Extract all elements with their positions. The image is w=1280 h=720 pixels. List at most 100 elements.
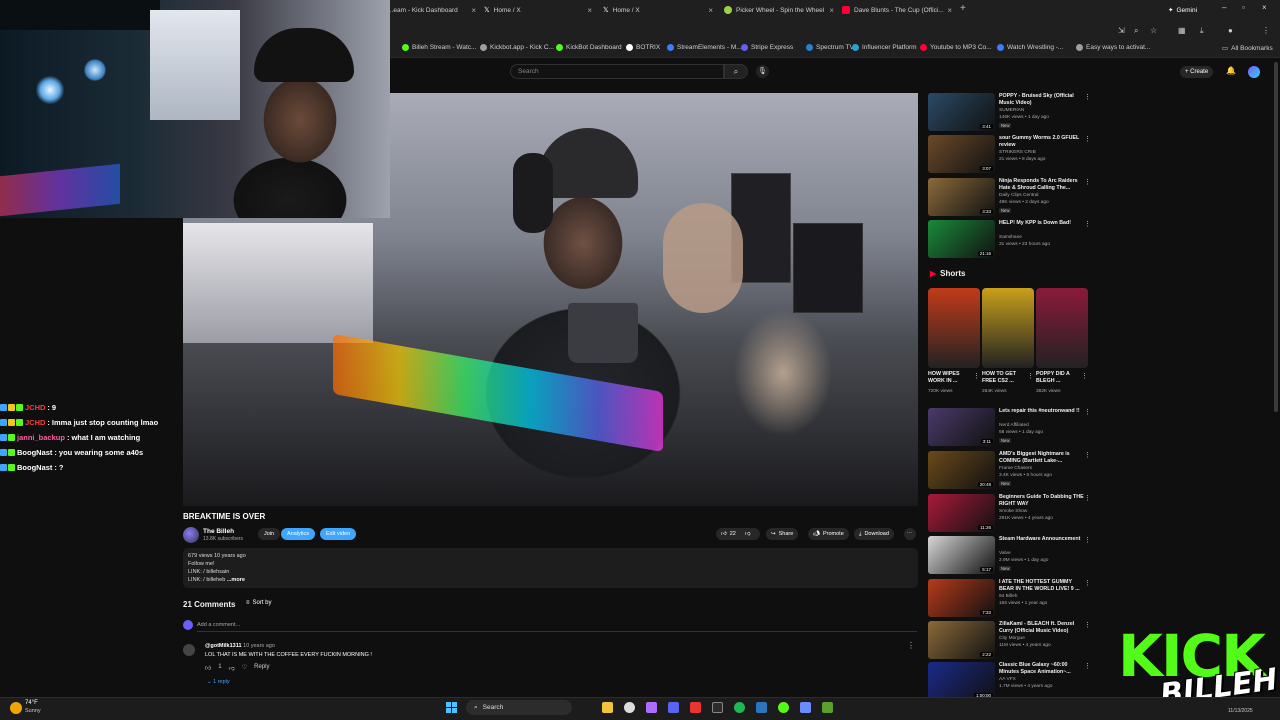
video-thumbnail[interactable]: 3:41 (928, 93, 995, 131)
video-title[interactable]: AMD's Biggest Nightmare is COMING (Bartl… (999, 451, 1084, 465)
video-title[interactable]: Lets repair this #neutronwand !! (999, 408, 1084, 415)
video-title[interactable]: sour Gummy Worms 2.0 GFUEL review (999, 135, 1084, 149)
sidebar-video[interactable]: 3:07 sour Gummy Worms 2.0 GFUEL review STR… (928, 135, 1093, 175)
bookmark-item[interactable]: StreamElements - M... (667, 44, 742, 51)
description-box[interactable]: 679 views 10 years ago Follow me! LINK: … (183, 548, 918, 588)
share-button[interactable]: ↪ Share (766, 528, 799, 540)
video-title[interactable]: HELP! My KPP is Down Bad! (999, 220, 1084, 227)
video-menu-icon[interactable]: ⋮ (1084, 220, 1091, 228)
sidebar-video[interactable]: 3:11 Lets repair this #neutronwand !! Nerd… (928, 408, 1093, 448)
more-actions-icon[interactable]: ⋯ (904, 528, 916, 540)
chrome-icon[interactable] (624, 702, 635, 713)
chat-username[interactable]: janni_backup (17, 433, 65, 442)
edit-video-button[interactable]: Edit video (320, 528, 357, 540)
bookmark-item[interactable]: Easy ways to activat... (1076, 44, 1150, 51)
video-thumbnail[interactable]: 20:48 (928, 451, 995, 489)
browser-tab[interactable]: 𝕏 Home / X × (484, 2, 594, 18)
search-icon[interactable]: ⌕ (724, 64, 748, 79)
sidebar-video[interactable]: 1:00:00 Classic Blue Galaxy ~60:00 Minute… (928, 662, 1093, 702)
chat-username[interactable]: JCHD (25, 403, 45, 412)
description-link[interactable]: LINK: / billeheb (188, 577, 225, 583)
video-menu-icon[interactable]: ⋮ (1084, 621, 1091, 629)
weather-condition[interactable]: Sunny (25, 708, 41, 714)
close-icon[interactable]: × (947, 6, 952, 15)
channel-name[interactable]: City Morgue (999, 636, 1025, 641)
short-menu-icon[interactable]: ⋮ (973, 372, 980, 380)
video-menu-icon[interactable]: ⋮ (1084, 579, 1091, 587)
channel-name[interactable]: 94 Billeh (999, 594, 1017, 599)
add-comment-input[interactable]: Add a comment... (197, 622, 917, 632)
short-thumbnail[interactable] (982, 288, 1034, 368)
sidebar-video[interactable]: 21:16 HELP! My KPP is Down Bad! Samshane 31… (928, 220, 1093, 260)
thumbs-down-icon[interactable]: 👎︎ (229, 664, 235, 672)
steam-icon[interactable] (756, 702, 767, 713)
like-button[interactable]: 👍︎ 22 👎︎ (716, 528, 760, 540)
short-menu-icon[interactable]: ⋮ (1027, 372, 1034, 380)
clock[interactable]: 11/13/2025 (1228, 708, 1253, 714)
browser-tab[interactable]: 𝕏 Home / X × (603, 2, 715, 18)
star-icon[interactable]: ☆ (1150, 26, 1157, 35)
bookmark-item[interactable]: Influencer Platform (852, 44, 917, 51)
bookmark-item[interactable]: KickBot Dashboard (556, 44, 622, 51)
channel-avatar[interactable] (183, 527, 199, 543)
browser-tab[interactable]: ...eam - Kick Dashboard × (388, 2, 478, 18)
video-menu-icon[interactable]: ⋮ (1084, 135, 1091, 143)
window-close-icon[interactable]: × (1262, 3, 1267, 12)
spotify-icon[interactable] (734, 702, 745, 713)
video-menu-icon[interactable]: ⋮ (1084, 451, 1091, 459)
browser-tab[interactable]: Picker Wheel - Spin the Wheel × (724, 2, 836, 18)
short-title[interactable]: HOW TO GET FREE CS2 ... (982, 371, 1028, 385)
all-bookmarks-button[interactable]: ▭ All Bookmarks (1222, 44, 1273, 53)
channel-name[interactable]: STRIKERS CRIB (999, 150, 1036, 155)
short-thumbnail[interactable] (1036, 288, 1088, 368)
app-icon[interactable] (778, 702, 789, 713)
bookmark-item[interactable]: BOTRIX (626, 44, 660, 51)
video-thumbnail[interactable]: 11:26 (928, 494, 995, 532)
video-title[interactable]: ZillaKami - BLEACH ft. Denzel Curry (Off… (999, 621, 1084, 635)
bookmark-item[interactable]: Billeh Stream - Watc... (402, 44, 476, 51)
video-thumbnail[interactable]: 21:16 (928, 220, 995, 258)
profile-icon[interactable]: ● (1228, 26, 1233, 35)
video-thumbnail[interactable]: 3:11 (928, 408, 995, 446)
video-title[interactable]: POPPY - Bruised Sky (Official Music Vide… (999, 93, 1084, 107)
channel-name[interactable]: Daily Clips Central (999, 193, 1038, 198)
discord-icon[interactable] (668, 702, 679, 713)
short-menu-icon[interactable]: ⋮ (1081, 372, 1088, 380)
chat-username[interactable]: BoogNast (17, 463, 52, 472)
reply-button[interactable]: Reply (254, 664, 269, 672)
video-title[interactable]: Steam Hardware Announcement (999, 536, 1084, 543)
browser-tab-active[interactable]: Dave Blunts - The Cup (Offici... × (842, 2, 954, 18)
close-icon[interactable]: × (829, 6, 834, 15)
video-title[interactable]: Classic Blue Galaxy ~60:00 Minutes Space… (999, 662, 1084, 676)
heart-icon[interactable]: ♡ (242, 664, 247, 672)
minimize-icon[interactable]: – (1222, 3, 1226, 12)
comment-avatar[interactable] (183, 644, 195, 656)
bookmark-item[interactable]: Youtube to MP3 Co... (920, 44, 992, 51)
taskbar-search[interactable]: ⌕ Search (466, 700, 572, 715)
channel-name[interactable]: Nerd Affiliated (999, 423, 1029, 428)
scrollbar[interactable] (1274, 62, 1278, 412)
bookmark-item[interactable]: Watch Wrestling -... (997, 44, 1063, 51)
downloads-icon[interactable]: ⤓ (1200, 26, 1204, 36)
sidebar-video[interactable]: 2:22 ZillaKami - BLEACH ft. Denzel Curry … (928, 621, 1093, 661)
bookmark-item[interactable]: Stripe Express (741, 44, 793, 51)
short-title[interactable]: HOW WIPES WORK IN ... (928, 371, 974, 385)
bookmark-item[interactable]: Spectrum TV (806, 44, 854, 51)
thumbs-up-icon[interactable]: 👍︎ (205, 664, 211, 672)
sidebar-video[interactable]: 3:41 POPPY - Bruised Sky (Official Music … (928, 93, 1093, 133)
comment-menu-icon[interactable]: ⋮ (907, 641, 915, 650)
video-menu-icon[interactable]: ⋮ (1084, 536, 1091, 544)
video-menu-icon[interactable]: ⋮ (1084, 408, 1091, 416)
channel-name[interactable]: Valve (999, 551, 1011, 556)
description-link[interactable]: LINK: / billehsain (188, 568, 913, 576)
chat-username[interactable]: BoogNast (17, 448, 52, 457)
bookmark-item[interactable]: Kickbot.app - Kick C... (480, 44, 554, 51)
show-more-link[interactable]: ...more (227, 577, 245, 583)
video-menu-icon[interactable]: ⋮ (1084, 178, 1091, 186)
video-title[interactable]: Beginners Guide To Dabbing THE RIGHT WAY (999, 494, 1084, 508)
channel-name[interactable]: Samshane (999, 235, 1022, 240)
channel-name[interactable]: Smoke Show (999, 509, 1027, 514)
chat-username[interactable]: JCHD (25, 418, 45, 427)
video-thumbnail[interactable]: 7:33 (928, 579, 995, 617)
sidebar-video[interactable]: 7:33 I ATE THE HOTTEST GUMMY BEAR IN THE … (928, 579, 1093, 619)
